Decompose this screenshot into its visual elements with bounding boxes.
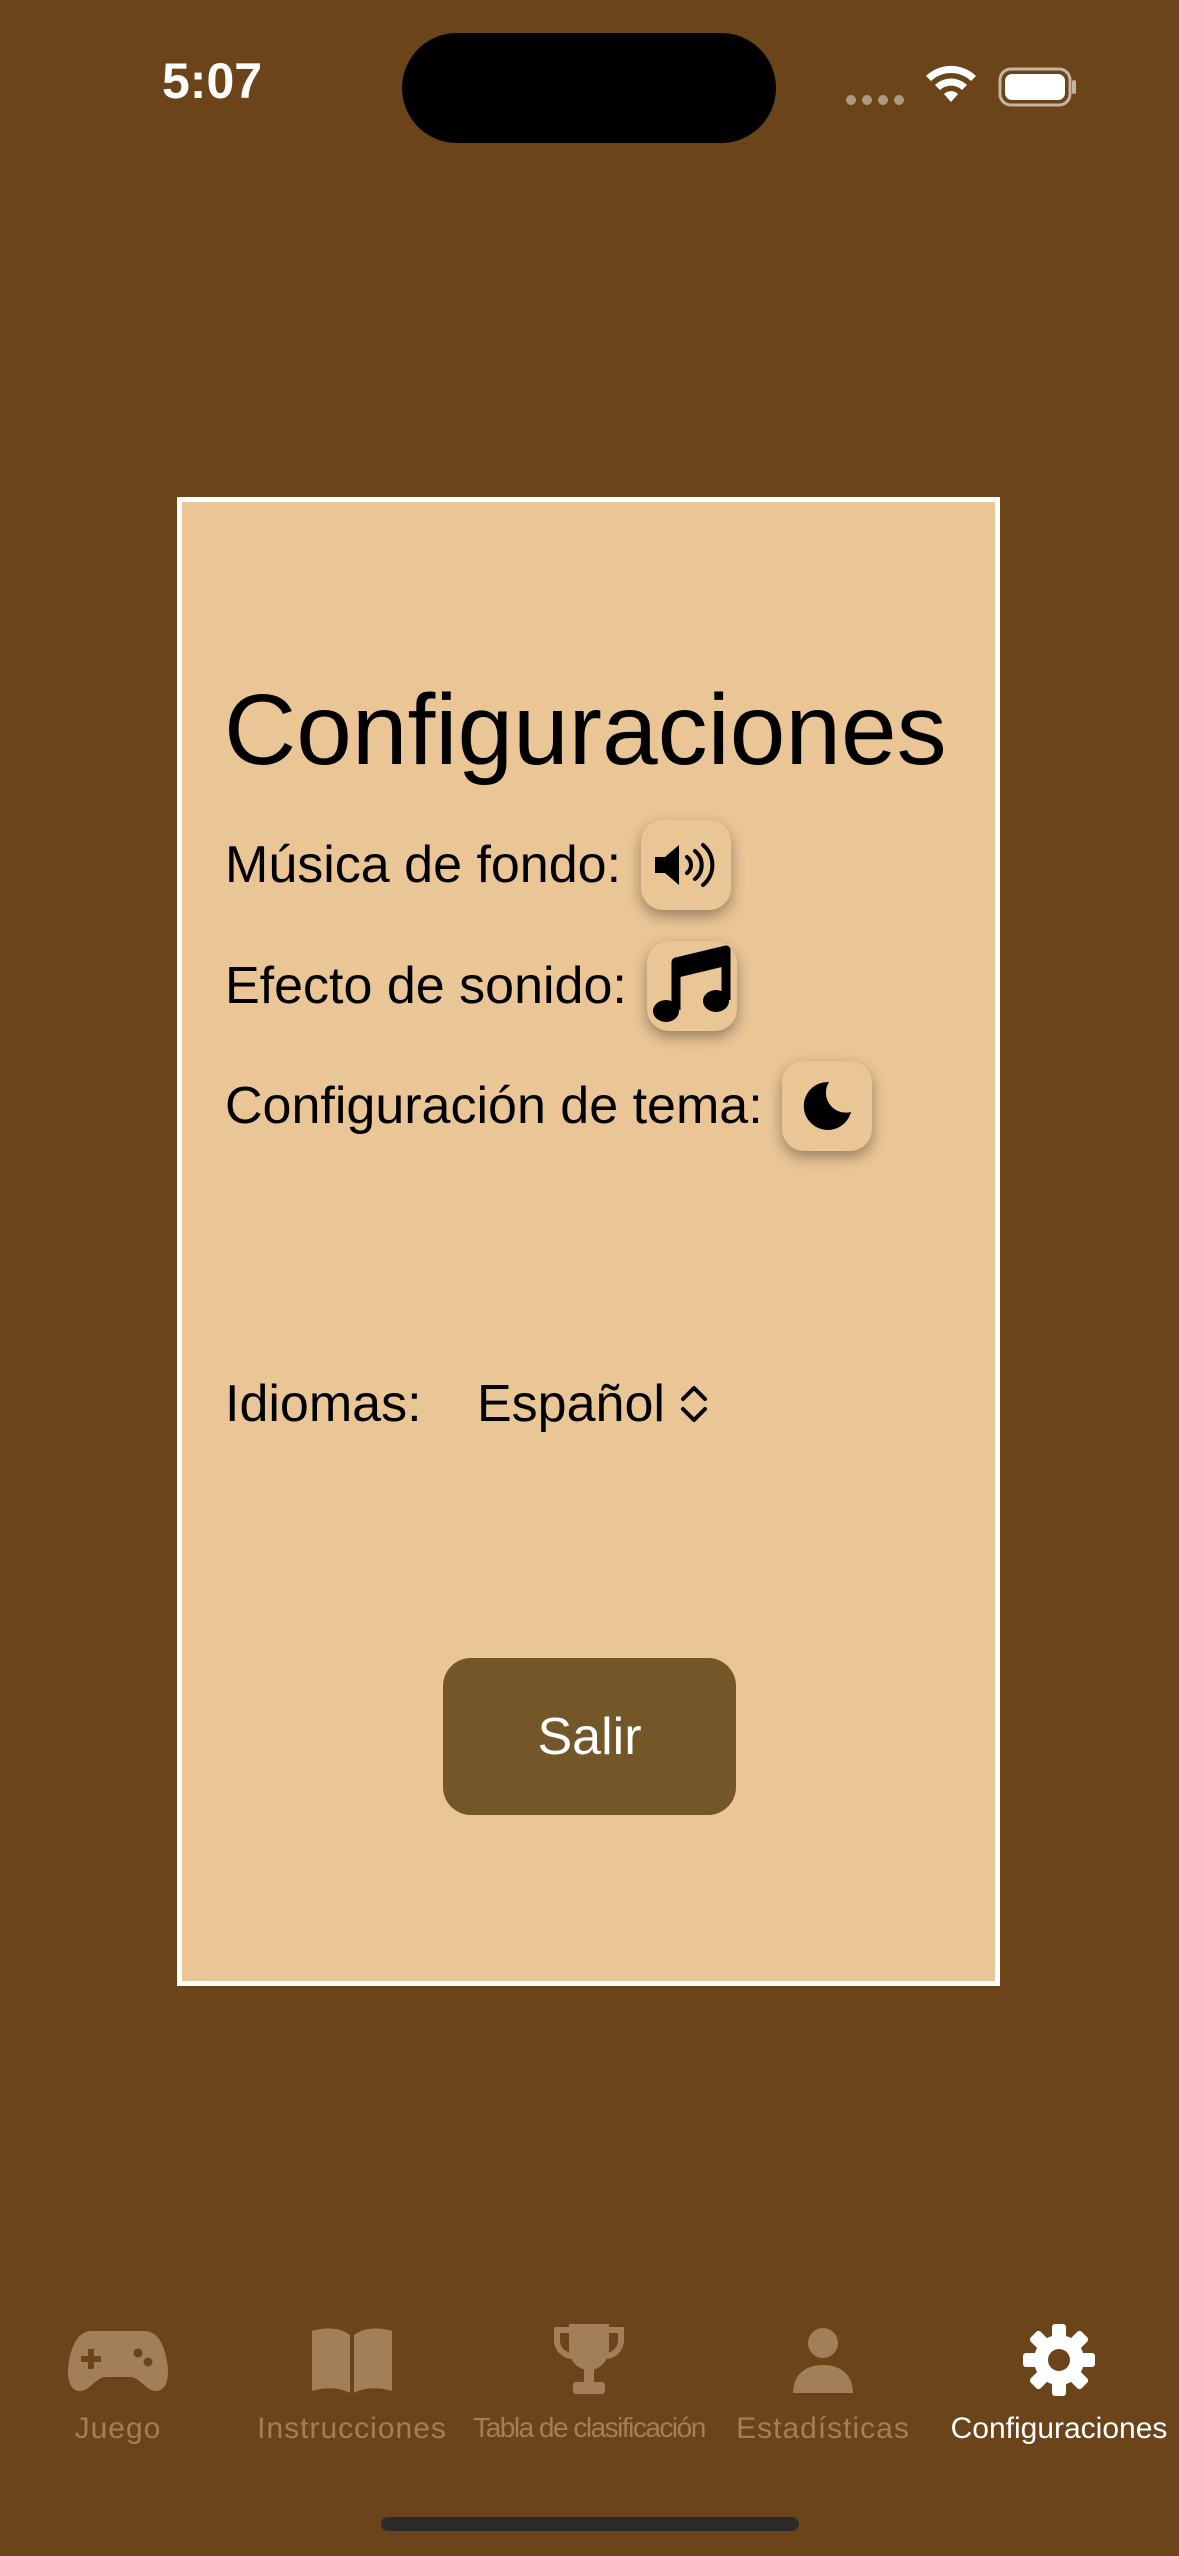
tab-leaderboard[interactable]: Tabla de clasificación (471, 2320, 707, 2460)
person-icon (793, 2328, 853, 2393)
trophy-icon (554, 2324, 624, 2394)
tab-settings[interactable]: Configuraciones (941, 2320, 1177, 2460)
tab-game-label: Juego (74, 2412, 162, 2445)
sound-effect-toggle[interactable] (647, 941, 737, 1031)
moon-icon (803, 1081, 851, 1130)
cellular-signal-icon (846, 95, 904, 105)
theme-toggle[interactable] (782, 1061, 872, 1151)
language-label: Idiomas: (225, 1375, 422, 1433)
chevron-up-down-icon (680, 1386, 707, 1422)
tab-settings-label: Configuraciones (950, 2412, 1168, 2445)
home-indicator[interactable] (381, 2517, 799, 2531)
status-time: 5:07 (162, 53, 263, 109)
theme-setting-label: Configuración de tema: (225, 1077, 763, 1135)
speaker-wave-icon (655, 843, 715, 887)
gamepad-icon (68, 2331, 168, 2391)
tab-leaderboard-label: Tabla de clasificación (473, 2412, 706, 2443)
music-note-icon (653, 945, 731, 1022)
background-music-label: Música de fondo: (225, 836, 622, 894)
gear-icon (1023, 2324, 1095, 2396)
dynamic-island (402, 33, 776, 143)
exit-button[interactable]: Salir (443, 1658, 736, 1815)
tab-game[interactable]: Juego (0, 2320, 236, 2460)
language-selected-value: Español (477, 1375, 665, 1433)
tab-instructions[interactable]: Instrucciones (234, 2320, 470, 2460)
tab-statistics[interactable]: Estadísticas (705, 2320, 941, 2460)
battery-icon (998, 67, 1076, 107)
wifi-icon (926, 65, 976, 102)
background-music-toggle[interactable] (641, 820, 731, 910)
page-title: Configuraciones (224, 674, 947, 786)
sound-effect-label: Efecto de sonido: (225, 957, 627, 1015)
tab-instructions-label: Instrucciones (257, 2412, 447, 2445)
language-picker[interactable]: Español (477, 1374, 709, 1434)
book-icon (312, 2328, 392, 2393)
tab-statistics-label: Estadísticas (736, 2412, 910, 2445)
